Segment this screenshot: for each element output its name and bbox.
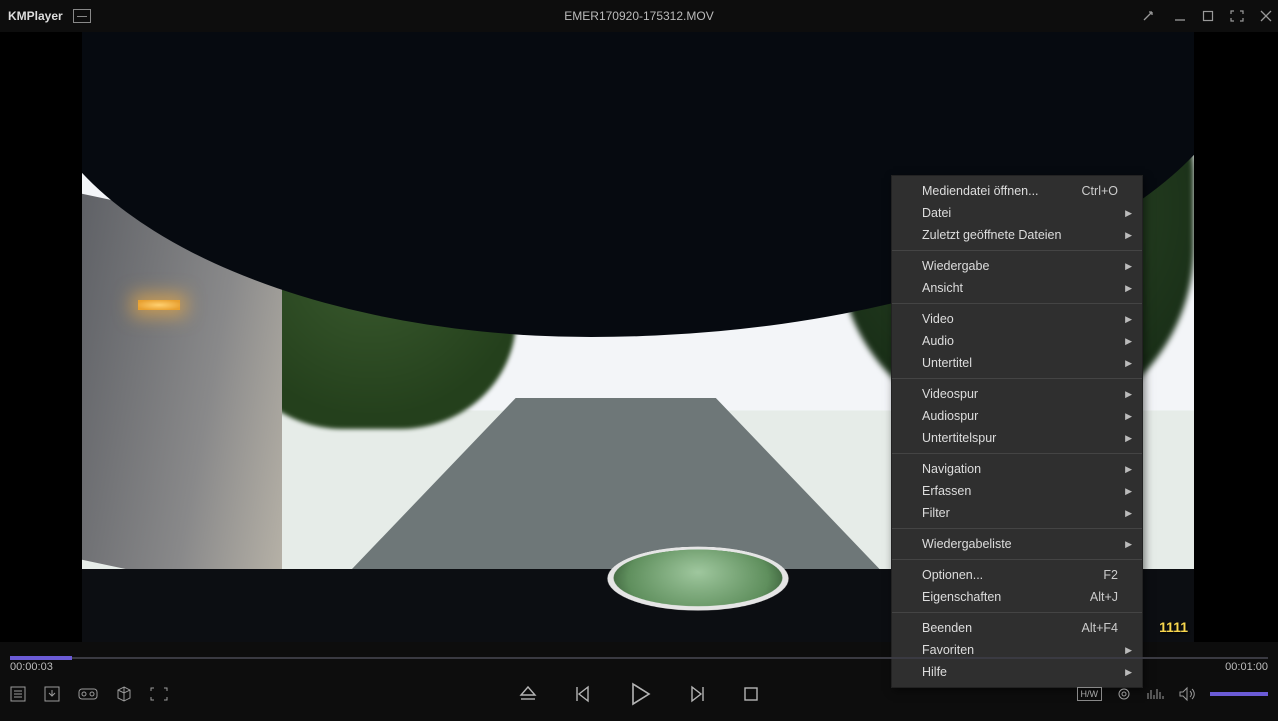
menu-item[interactable]: Mediendatei öffnen... Ctrl+O bbox=[892, 180, 1142, 202]
time-total: 00:01:00 bbox=[1225, 661, 1268, 673]
chevron-right-icon: ▶ bbox=[1125, 411, 1132, 422]
stop-button[interactable] bbox=[743, 686, 759, 702]
menu-item-label: Videospur bbox=[922, 387, 978, 401]
capture-icon[interactable] bbox=[150, 687, 168, 701]
next-button[interactable] bbox=[689, 684, 707, 704]
menu-item[interactable]: Audiospur ▶ bbox=[892, 405, 1142, 427]
window-controls bbox=[1142, 0, 1272, 32]
menu-item-label: Untertitelspur bbox=[922, 431, 996, 445]
chevron-right-icon: ▶ bbox=[1125, 358, 1132, 369]
menu-item[interactable]: Erfassen ▶ bbox=[892, 480, 1142, 502]
menu-item[interactable]: Optionen... F2 bbox=[892, 564, 1142, 586]
menu-item[interactable]: Navigation ▶ bbox=[892, 458, 1142, 480]
chevron-right-icon: ▶ bbox=[1125, 539, 1132, 550]
close-button[interactable] bbox=[1260, 10, 1272, 22]
settings-icon[interactable] bbox=[1116, 686, 1132, 702]
previous-button[interactable] bbox=[573, 684, 591, 704]
context-menu: Mediendatei öffnen...Ctrl+ODatei▶Zuletzt… bbox=[891, 175, 1143, 688]
menu-item-label: Ansicht bbox=[922, 281, 963, 295]
equalizer-icon[interactable] bbox=[1146, 687, 1164, 701]
menu-item[interactable]: Wiedergabe ▶ bbox=[892, 255, 1142, 277]
menu-item-label: Navigation bbox=[922, 462, 981, 476]
chevron-right-icon: ▶ bbox=[1125, 283, 1132, 294]
chevron-right-icon: ▶ bbox=[1125, 464, 1132, 475]
menu-item[interactable]: Eigenschaften Alt+J bbox=[892, 586, 1142, 608]
menu-item-label: Wiedergabe bbox=[922, 259, 989, 273]
playlist-icon[interactable] bbox=[10, 686, 26, 702]
menu-item-label: Datei bbox=[922, 206, 951, 220]
menu-item-label: Eigenschaften bbox=[922, 590, 1001, 604]
chevron-right-icon: ▶ bbox=[1125, 208, 1132, 219]
volume-icon[interactable] bbox=[1178, 686, 1196, 702]
menu-item[interactable]: Ansicht ▶ bbox=[892, 277, 1142, 299]
menu-item-label: Erfassen bbox=[922, 484, 971, 498]
menu-item-label: Audio bbox=[922, 334, 954, 348]
title-bar: KMPlayer EMER170920-175312.MOV bbox=[0, 0, 1278, 32]
left-icons bbox=[10, 686, 168, 702]
pin-icon[interactable] bbox=[1142, 9, 1158, 23]
menu-item-label: Zuletzt geöffnete Dateien bbox=[922, 228, 1061, 242]
video-viewport[interactable]: BP3.0 FH 1111 Mediendatei öffnen...Ctrl+… bbox=[0, 32, 1278, 642]
file-title: EMER170920-175312.MOV bbox=[0, 9, 1278, 23]
menu-item-shortcut: Alt+J bbox=[1090, 590, 1118, 604]
chevron-right-icon: ▶ bbox=[1125, 230, 1132, 241]
menu-item[interactable]: Wiedergabeliste ▶ bbox=[892, 533, 1142, 555]
play-button[interactable] bbox=[627, 680, 653, 708]
menu-item[interactable]: Datei ▶ bbox=[892, 202, 1142, 224]
menu-item[interactable]: Untertitelspur ▶ bbox=[892, 427, 1142, 449]
menu-item[interactable]: Filter ▶ bbox=[892, 502, 1142, 524]
right-controls: H/W bbox=[1077, 686, 1269, 702]
chevron-right-icon: ▶ bbox=[1125, 336, 1132, 347]
fullscreen-button[interactable] bbox=[1230, 10, 1244, 22]
chevron-right-icon: ▶ bbox=[1125, 433, 1132, 444]
menu-item-label: Wiedergabeliste bbox=[922, 537, 1012, 551]
bottom-row: H/W bbox=[0, 673, 1278, 715]
chevron-right-icon: ▶ bbox=[1125, 486, 1132, 497]
menu-item[interactable]: Video ▶ bbox=[892, 308, 1142, 330]
menu-item-label: Video bbox=[922, 312, 954, 326]
menu-item[interactable]: Videospur ▶ bbox=[892, 383, 1142, 405]
minimize-button[interactable] bbox=[1174, 10, 1186, 22]
volume-slider[interactable] bbox=[1210, 692, 1268, 696]
time-row: 00:00:03 00:01:00 bbox=[0, 659, 1278, 673]
menu-item-label: Audiospur bbox=[922, 409, 978, 423]
cube-icon[interactable] bbox=[116, 686, 132, 702]
menu-item-shortcut: F2 bbox=[1103, 568, 1118, 582]
vr-icon[interactable] bbox=[78, 687, 98, 701]
menu-item-label: Untertitel bbox=[922, 356, 972, 370]
menu-item-shortcut: Ctrl+O bbox=[1082, 184, 1118, 198]
menu-item-label: Filter bbox=[922, 506, 950, 520]
menu-item-label: Beenden bbox=[922, 621, 972, 635]
menu-item[interactable]: Audio ▶ bbox=[892, 330, 1142, 352]
seek-progress bbox=[10, 656, 72, 660]
menu-item-shortcut: Alt+F4 bbox=[1082, 621, 1118, 635]
time-elapsed: 00:00:03 bbox=[10, 661, 53, 673]
maximize-button[interactable] bbox=[1202, 10, 1214, 22]
chevron-right-icon: ▶ bbox=[1125, 314, 1132, 325]
menu-item[interactable]: Untertitel ▶ bbox=[892, 352, 1142, 374]
chevron-right-icon: ▶ bbox=[1125, 508, 1132, 519]
eject-button[interactable] bbox=[519, 684, 537, 704]
chevron-right-icon: ▶ bbox=[1125, 389, 1132, 400]
control-bar: 00:00:03 00:01:00 H/W bbox=[0, 642, 1278, 721]
playback-controls bbox=[519, 680, 759, 708]
menu-item[interactable]: Beenden Alt+F4 bbox=[892, 617, 1142, 639]
hw-badge[interactable]: H/W bbox=[1077, 687, 1103, 701]
menu-item-label: Mediendatei öffnen... bbox=[922, 184, 1039, 198]
menu-item-label: Optionen... bbox=[922, 568, 983, 582]
seek-bar[interactable] bbox=[0, 646, 1278, 659]
download-icon[interactable] bbox=[44, 686, 60, 702]
menu-item[interactable]: Zuletzt geöffnete Dateien ▶ bbox=[892, 224, 1142, 246]
chevron-right-icon: ▶ bbox=[1125, 261, 1132, 272]
